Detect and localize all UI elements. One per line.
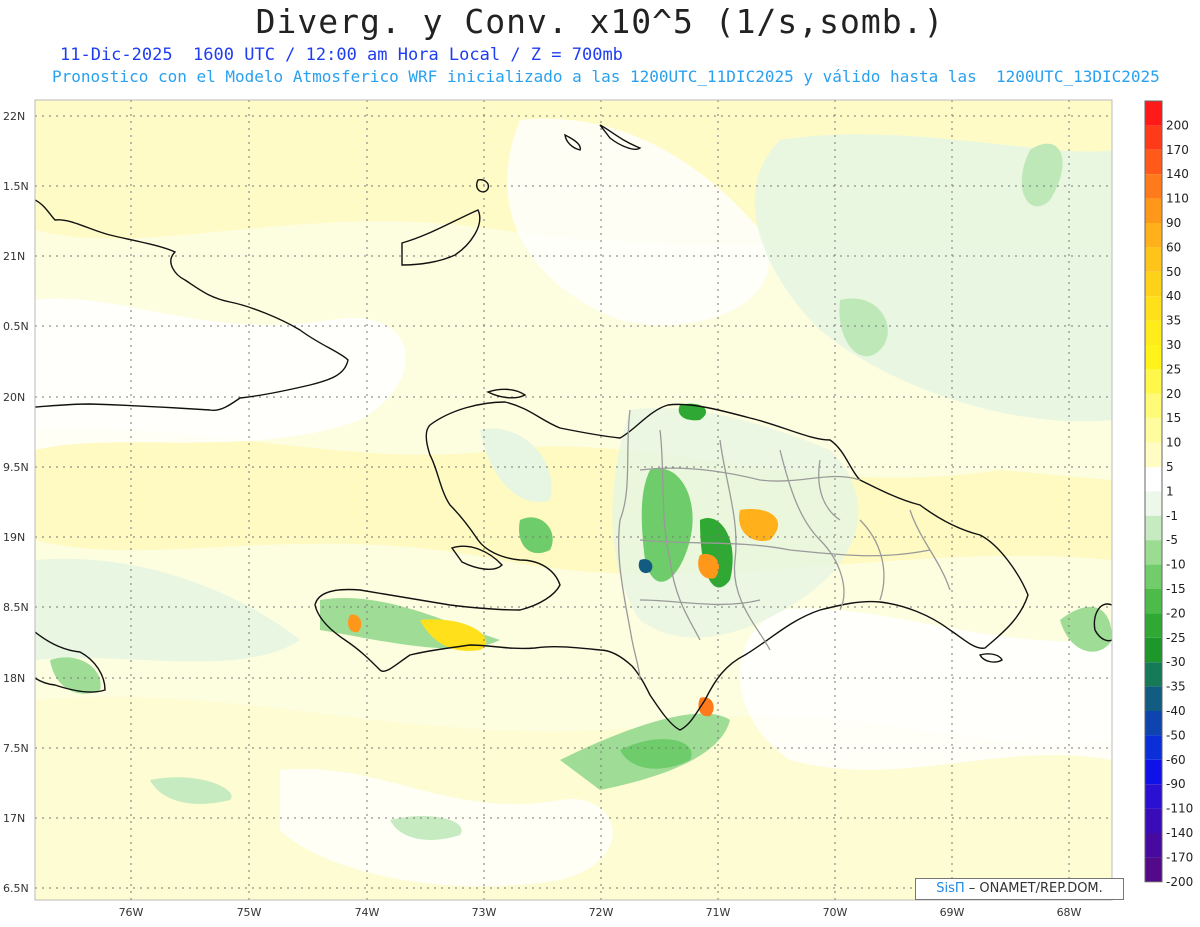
colorbar-label: -50 [1166, 728, 1186, 742]
latitude-labels: 22N 1.5N 21N 0.5N 20N 9.5N 19N 8.5N 18N … [3, 110, 29, 895]
colorbar-label: -30 [1166, 655, 1186, 669]
colorbar-swatch [1145, 759, 1162, 785]
colorbar-label: 5 [1166, 460, 1174, 474]
colorbar-label: -35 [1166, 680, 1186, 694]
colorbar-swatch [1145, 393, 1162, 419]
lon-label: 76W [119, 906, 144, 919]
lat-label: 21N [3, 250, 25, 263]
colorbar-swatch [1145, 833, 1162, 858]
colorbar-label: -10 [1166, 558, 1186, 572]
colorbar-label: 35 [1166, 314, 1181, 328]
lon-label: 68W [1057, 906, 1082, 919]
colorbar-swatch [1145, 247, 1162, 272]
colorbar-swatch [1145, 808, 1162, 833]
lat-label: 19N [3, 531, 25, 544]
colorbar-label: 30 [1166, 338, 1181, 352]
colorbar-label: 200 [1166, 118, 1189, 132]
colorbar-swatch [1145, 296, 1162, 321]
colorbar-label: -15 [1166, 582, 1186, 596]
colorbar-swatch [1145, 564, 1162, 589]
colorbar-swatch [1145, 711, 1162, 736]
colorbar-swatch [1145, 784, 1162, 809]
colorbar-swatch [1145, 515, 1162, 541]
colorbar-label: -90 [1166, 777, 1186, 791]
lat-label: 7.5N [3, 742, 29, 755]
colorbar-swatch [1145, 198, 1162, 223]
colorbar-label: -40 [1166, 704, 1186, 718]
lat-label: 0.5N [3, 320, 29, 333]
colorbar-label: 20 [1166, 387, 1181, 401]
colorbar-swatch [1145, 345, 1162, 370]
lon-label: 73W [472, 906, 497, 919]
colorbar-label: 110 [1166, 192, 1189, 206]
colorbar-swatch [1145, 174, 1162, 199]
colorbar-swatch [1145, 589, 1162, 614]
colorbar-swatch [1145, 369, 1162, 394]
lat-label: 8.5N [3, 601, 29, 614]
colorbar-swatch [1145, 613, 1162, 638]
colorbar-label: -110 [1166, 802, 1193, 816]
colorbar-label: -1 [1166, 509, 1178, 523]
longitude-labels: 76W 75W 74W 73W 72W 71W 70W 69W 68W [119, 906, 1082, 919]
colorbar-label: 1 [1166, 484, 1174, 498]
colorbar-label: 90 [1166, 216, 1181, 230]
colorbar-swatch [1145, 442, 1162, 467]
colorbar-label: 25 [1166, 362, 1181, 376]
colorbar-swatch [1145, 637, 1162, 663]
colorbar-label: -5 [1166, 533, 1178, 547]
colorbar-swatch [1145, 125, 1162, 150]
lat-label: 18N [3, 672, 25, 685]
lon-label: 69W [940, 906, 965, 919]
lon-label: 74W [355, 906, 380, 919]
lon-label: 75W [237, 906, 262, 919]
colorbar-swatch [1145, 857, 1162, 882]
lon-label: 72W [589, 906, 614, 919]
colorbar-label: -200 [1166, 875, 1193, 889]
colorbar-label: -140 [1166, 826, 1193, 840]
forecast-map: 22N 1.5N 21N 0.5N 20N 9.5N 19N 8.5N 18N … [3, 99, 1193, 919]
colorbar-swatch [1145, 101, 1162, 126]
credit-box: SisΠ – ONAMET/REP.DOM. [915, 878, 1124, 900]
colorbar-swatch [1145, 320, 1162, 345]
colorbar-label: 170 [1166, 143, 1189, 157]
colorbar-swatch [1145, 662, 1162, 687]
lat-label: 9.5N [3, 461, 29, 474]
colorbar-label: 50 [1166, 265, 1181, 279]
lat-label: 22N [3, 110, 25, 123]
credit-text: – ONAMET/REP.DOM. [968, 881, 1103, 896]
colorbar-label: -60 [1166, 753, 1186, 767]
lat-label: 20N [3, 391, 25, 404]
lon-label: 70W [823, 906, 848, 919]
colorbar-swatch [1145, 223, 1162, 248]
colorbar-label: -20 [1166, 606, 1186, 620]
divergence-field [35, 100, 1112, 900]
colorbar: 200 170 140 110 90 60 50 40 35 30 25 20 15 10 5 1 -1 -5 -1… [1144, 100, 1193, 889]
colorbar-label: 60 [1166, 240, 1181, 254]
lat-label: 6.5N [3, 882, 29, 895]
sis-logo-text: SisΠ [936, 881, 965, 896]
colorbar-swatch [1145, 735, 1162, 760]
lat-label: 17N [3, 812, 25, 825]
colorbar-label: 40 [1166, 289, 1181, 303]
colorbar-swatch [1145, 686, 1162, 711]
colorbar-swatch [1145, 271, 1162, 297]
colorbar-label: 140 [1166, 167, 1189, 181]
colorbar-swatch [1145, 418, 1162, 443]
colorbar-swatch [1145, 540, 1162, 565]
colorbar-label: 15 [1166, 411, 1181, 425]
lon-label: 71W [706, 906, 731, 919]
colorbar-label: -25 [1166, 631, 1186, 645]
colorbar-swatch [1145, 467, 1162, 492]
colorbar-swatch [1145, 491, 1162, 516]
colorbar-swatch [1145, 149, 1162, 175]
colorbar-label: 10 [1166, 436, 1181, 450]
lat-label: 1.5N [3, 180, 29, 193]
colorbar-label: -170 [1166, 850, 1193, 864]
